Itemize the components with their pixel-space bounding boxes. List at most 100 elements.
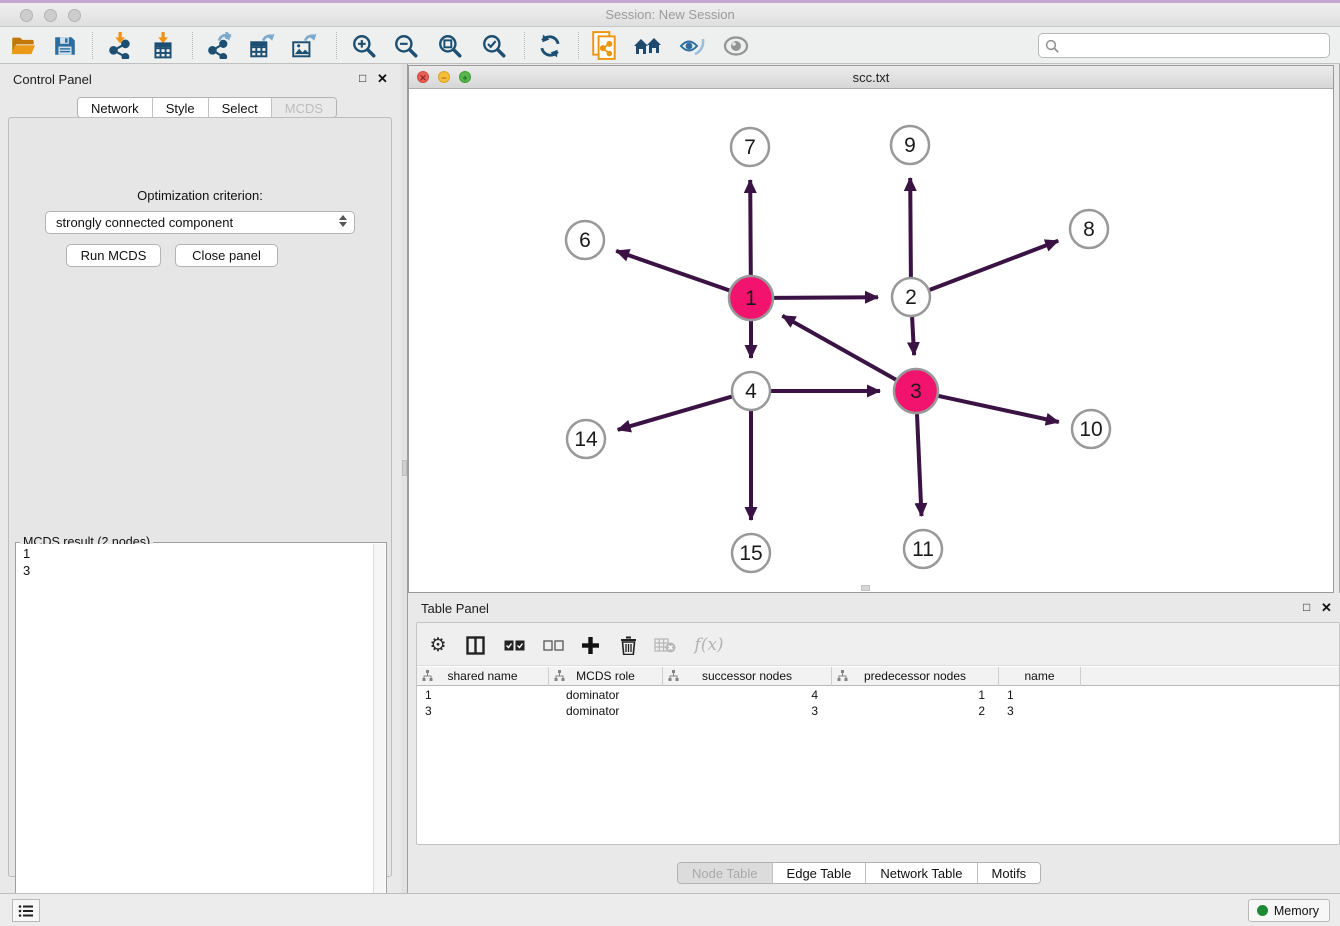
node-label-1: 1 xyxy=(745,287,757,310)
close-panel-button[interactable]: Close panel xyxy=(175,244,278,267)
attribute-tree-icon xyxy=(837,670,848,682)
open-folder-icon xyxy=(10,34,37,58)
tab-edge-table[interactable]: Edge Table xyxy=(773,863,867,883)
splitter-handle[interactable] xyxy=(402,460,407,476)
network-canvas[interactable]: 7968124314101511 xyxy=(409,89,1333,592)
tab-motifs[interactable]: Motifs xyxy=(978,863,1041,883)
zoom-in-button[interactable] xyxy=(344,30,384,61)
node-label-14: 14 xyxy=(574,428,598,451)
column-header-shared-name[interactable]: shared name xyxy=(417,667,549,686)
table-toolbar: ⚙ xyxy=(417,623,1339,666)
show-graphics-details-button[interactable] xyxy=(672,30,712,61)
toolbar-separator xyxy=(92,32,93,59)
new-network-from-selection-button[interactable] xyxy=(584,30,624,61)
toolbar-separator xyxy=(578,32,579,59)
tab-style[interactable]: Style xyxy=(153,98,209,117)
column-settings-button[interactable]: ⚙ xyxy=(423,630,453,660)
table-panel: Table Panel □ ✕ ⚙ xyxy=(408,593,1340,893)
edge-2-9[interactable] xyxy=(910,178,911,277)
export-network-button[interactable] xyxy=(199,30,239,61)
main-toolbar xyxy=(0,27,1340,64)
edge-2-8[interactable] xyxy=(930,241,1058,290)
export-network-icon xyxy=(206,32,233,59)
edge-1-2[interactable] xyxy=(774,297,878,298)
search-input[interactable] xyxy=(1063,35,1323,56)
select-all-columns-button[interactable] xyxy=(499,630,529,660)
edge-3-11[interactable] xyxy=(917,414,922,516)
search-icon xyxy=(1045,39,1060,54)
gear-icon: ⚙ xyxy=(429,634,446,657)
zoom-fit-icon xyxy=(437,33,463,59)
table-row[interactable]: 1 dominator 4 1 1 xyxy=(417,687,1339,703)
node-table: ⚙ xyxy=(416,622,1340,845)
titlebar: Session: New Session xyxy=(0,3,1340,27)
zoom-fit-button[interactable] xyxy=(430,30,470,61)
node-label-11: 11 xyxy=(912,538,934,561)
add-column-button[interactable] xyxy=(575,630,605,660)
table-header-row: shared name MCDS role successor nodes pr… xyxy=(417,667,1339,686)
import-network-button[interactable] xyxy=(100,30,140,61)
zoom-in-icon xyxy=(351,33,377,59)
tab-network[interactable]: Network xyxy=(78,98,153,117)
app-window: Session: New Session xyxy=(0,0,1340,926)
tab-mcds[interactable]: MCDS xyxy=(272,98,336,117)
column-header-name[interactable]: name xyxy=(999,667,1081,686)
table-row[interactable]: 3 dominator 3 2 3 xyxy=(417,703,1339,719)
float-panel-icon[interactable]: □ xyxy=(359,71,366,85)
table-panel-title: Table Panel xyxy=(421,601,489,616)
tab-select[interactable]: Select xyxy=(209,98,272,117)
mcds-result-text[interactable]: 1 3 xyxy=(17,544,385,920)
edge-3-1[interactable] xyxy=(782,316,896,380)
save-session-button[interactable] xyxy=(45,30,85,61)
export-image-button[interactable] xyxy=(283,30,323,61)
edge-1-6[interactable] xyxy=(616,251,729,291)
zoom-out-button[interactable] xyxy=(386,30,426,61)
cell-successor-nodes: 3 xyxy=(663,703,832,719)
import-table-icon xyxy=(150,32,176,59)
memory-button[interactable]: Memory xyxy=(1248,899,1330,922)
apply-layout-button[interactable] xyxy=(530,30,570,61)
network-resize-handle[interactable] xyxy=(861,585,870,591)
window-title: Session: New Session xyxy=(0,7,1340,22)
column-label: successor nodes xyxy=(702,669,792,683)
tab-network-table[interactable]: Network Table xyxy=(866,863,977,883)
column-header-mcds-role[interactable]: MCDS role xyxy=(549,667,663,686)
cell-mcds-role: dominator xyxy=(549,703,663,719)
edge-4-14[interactable] xyxy=(618,397,732,430)
edge-1-7[interactable] xyxy=(750,180,751,275)
tab-node-table[interactable]: Node Table xyxy=(678,863,773,883)
zoom-selected-button[interactable] xyxy=(474,30,514,61)
close-panel-icon[interactable]: ✕ xyxy=(377,71,388,87)
column-header-predecessor-nodes[interactable]: predecessor nodes xyxy=(832,667,999,686)
birdseye-view-button[interactable] xyxy=(716,30,756,61)
selected-criterion: strongly connected component xyxy=(56,215,233,230)
control-panel: Control Panel □ ✕ Network Style Select M… xyxy=(0,64,401,893)
import-table-button[interactable] xyxy=(143,30,183,61)
unselect-all-columns-button[interactable] xyxy=(538,630,568,660)
cell-successor-nodes: 4 xyxy=(663,687,832,703)
zoom-selected-icon xyxy=(481,33,507,59)
vertical-splitter[interactable] xyxy=(401,64,408,893)
network-graph[interactable]: 7968124314101511 xyxy=(409,89,1333,592)
export-table-button[interactable] xyxy=(241,30,281,61)
plus-icon xyxy=(581,636,600,655)
run-mcds-button[interactable]: Run MCDS xyxy=(66,244,161,267)
optimization-criterion-select[interactable]: strongly connected component xyxy=(45,211,355,234)
refresh-icon xyxy=(537,33,563,59)
open-session-button[interactable] xyxy=(3,30,43,61)
float-table-panel-icon[interactable]: □ xyxy=(1303,600,1310,614)
attribute-tree-icon xyxy=(668,670,679,682)
result-scrollbar[interactable] xyxy=(373,544,385,920)
task-history-button[interactable] xyxy=(12,899,40,922)
delete-table-button[interactable] xyxy=(650,630,680,660)
function-builder-button[interactable]: f(x) xyxy=(689,630,729,660)
first-neighbors-button[interactable] xyxy=(628,30,668,61)
close-table-panel-icon[interactable]: ✕ xyxy=(1321,600,1332,616)
cell-predecessor-nodes: 1 xyxy=(832,687,999,703)
graphics-details-eye-icon xyxy=(678,34,706,58)
delete-columns-button[interactable] xyxy=(613,630,643,660)
column-header-successor-nodes[interactable]: successor nodes xyxy=(663,667,832,686)
edge-3-10[interactable] xyxy=(939,396,1059,422)
edge-2-3[interactable] xyxy=(912,317,914,355)
show-columns-button[interactable] xyxy=(460,630,490,660)
